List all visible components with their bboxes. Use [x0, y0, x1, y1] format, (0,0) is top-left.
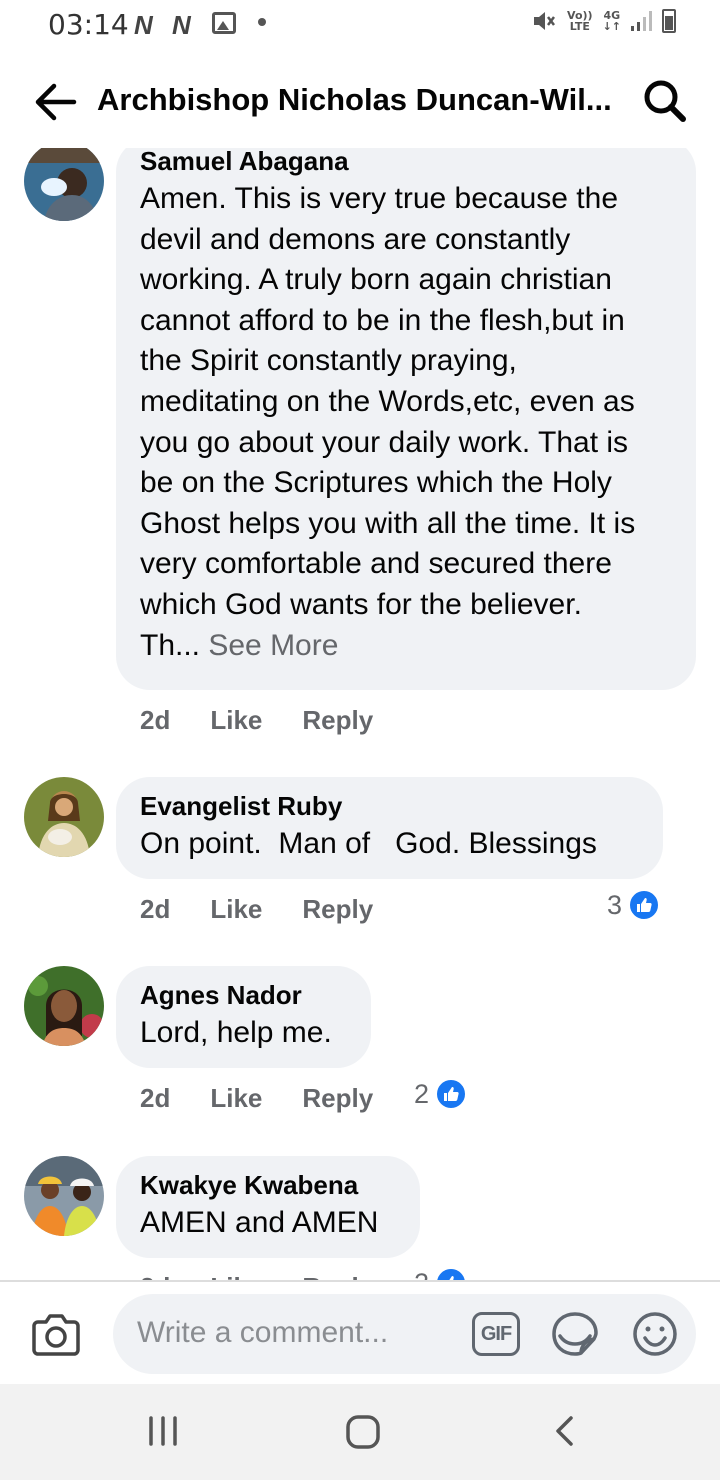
gif-button[interactable]: GIF: [472, 1312, 520, 1356]
page-header: Archbishop Nicholas Duncan-Wil...: [0, 60, 720, 142]
comment-author[interactable]: Agnes Nador: [140, 980, 347, 1011]
comment-author[interactable]: Samuel Abagana: [140, 148, 672, 177]
back-arrow-icon[interactable]: [32, 82, 78, 122]
home-icon[interactable]: [345, 1414, 381, 1450]
reply-button[interactable]: Reply: [302, 1083, 373, 1114]
reply-button[interactable]: Reply: [302, 705, 373, 736]
comment-list: Samuel Abagana Amen. This is very true b…: [0, 148, 720, 1280]
comment-input-box: GIF: [113, 1294, 696, 1374]
status-time: 03:14: [48, 8, 129, 41]
avatar[interactable]: [24, 966, 104, 1046]
signal-strength-icon: [631, 11, 652, 31]
comment-time: 2d: [140, 1272, 170, 1280]
avatar[interactable]: [24, 148, 104, 221]
comment-bubble: Agnes Nador Lord, help me.: [116, 966, 371, 1068]
comment-author[interactable]: Kwakye Kwabena: [140, 1170, 396, 1201]
comment-text: Lord, help me.: [140, 1016, 332, 1049]
page-title: Archbishop Nicholas Duncan-Wil...: [97, 82, 612, 117]
see-more-link[interactable]: See More: [200, 629, 338, 662]
reaction-summary[interactable]: 2: [414, 1267, 468, 1281]
battery-icon: [662, 9, 676, 33]
comment-text: AMEN and AMEN: [140, 1206, 379, 1239]
reaction-count: 2: [414, 1268, 429, 1281]
comment-time: 2d: [140, 705, 171, 735]
like-button[interactable]: Like: [210, 894, 262, 925]
notification-n-icon: N: [134, 10, 153, 40]
reaction-summary[interactable]: 2: [414, 1078, 468, 1110]
comment-time: 2d: [140, 1083, 171, 1113]
comment-input[interactable]: [137, 1312, 467, 1354]
volte-indicator: Vo)) LTE: [567, 9, 593, 33]
comment-time: 2d: [140, 894, 171, 924]
status-bar: 03:14 N N Vo)) LTE 4G ↓↑: [0, 0, 720, 50]
comment-text: Amen. This is very true because the devi…: [140, 182, 636, 662]
comment-composer: GIF: [0, 1280, 720, 1384]
sticker-icon[interactable]: [550, 1310, 600, 1360]
comment-bubble: Evangelist Ruby On point. Man of God. Bl…: [116, 777, 663, 879]
reaction-count: 3: [607, 889, 623, 920]
reaction-summary[interactable]: 3: [607, 889, 661, 921]
avatar[interactable]: [24, 777, 104, 857]
back-nav-icon[interactable]: [553, 1414, 577, 1448]
like-button[interactable]: Like: [210, 1272, 262, 1280]
camera-icon[interactable]: [30, 1312, 82, 1358]
recent-apps-icon[interactable]: [147, 1414, 179, 1448]
mute-icon: [534, 12, 556, 30]
comment-actions: 2d Like Reply: [140, 705, 373, 736]
reply-button[interactable]: Reply: [302, 1272, 373, 1280]
comment-bubble: Kwakye Kwabena AMEN and AMEN: [116, 1156, 420, 1258]
comment-actions: 2d Like Reply: [140, 1272, 373, 1280]
like-reaction-icon: [435, 1078, 468, 1110]
system-navigation-bar: [0, 1384, 720, 1480]
like-reaction-icon: [628, 889, 661, 921]
status-icons: Vo)) LTE 4G ↓↑: [531, 8, 676, 34]
avatar[interactable]: [24, 1156, 104, 1236]
comment-bubble: Samuel Abagana Amen. This is very true b…: [116, 148, 696, 690]
gallery-notification-icon: [212, 12, 236, 34]
notification-n-icon: N: [172, 10, 191, 40]
more-notifications-dot-icon: [258, 18, 266, 26]
like-reaction-icon: [435, 1267, 468, 1280]
network-type-indicator: 4G ↓↑: [602, 9, 621, 33]
comment-text: On point. Man of God. Blessings: [140, 827, 597, 860]
emoji-icon[interactable]: [631, 1310, 679, 1358]
comment-author[interactable]: Evangelist Ruby: [140, 791, 639, 822]
comment-actions: 2d Like Reply: [140, 1083, 373, 1114]
comment-actions: 2d Like Reply: [140, 894, 373, 925]
reply-button[interactable]: Reply: [302, 894, 373, 925]
search-icon[interactable]: [642, 78, 688, 124]
like-button[interactable]: Like: [210, 1083, 262, 1114]
like-button[interactable]: Like: [210, 705, 262, 736]
reaction-count: 2: [414, 1078, 430, 1109]
